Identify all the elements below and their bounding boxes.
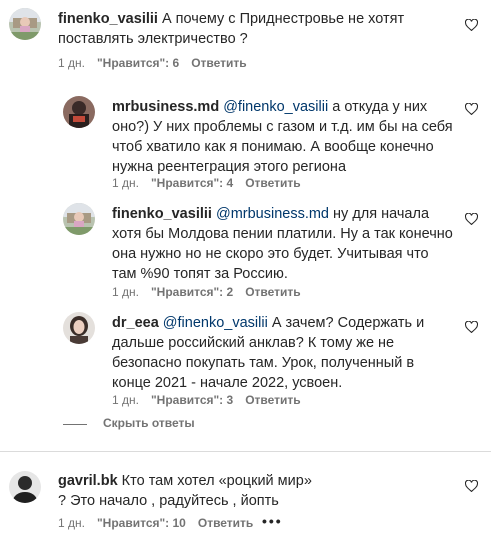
like-heart-icon[interactable] [465, 103, 478, 115]
comment-mention[interactable]: @mrbusiness.md [216, 206, 329, 222]
comment-meta: 1 дн. "Нравится": 4 Ответить [112, 176, 313, 190]
comment-username[interactable]: finenko_vasilii [112, 206, 212, 222]
avatar[interactable] [63, 312, 95, 344]
comment-meta: 1 дн. "Нравится": 10 Ответить [58, 516, 265, 530]
avatar[interactable] [9, 471, 41, 503]
hide-replies-label: Скрыть ответы [103, 416, 195, 430]
comment-text: gavril.bk Кто там хотел «роцкий мир» ? Э… [58, 471, 318, 511]
hide-replies-line [63, 424, 87, 425]
like-heart-icon[interactable] [465, 19, 478, 31]
comment-time[interactable]: 1 дн. [112, 285, 139, 299]
reply-button[interactable]: Ответить [245, 393, 300, 407]
comment-text: finenko_vasilii @mrbusiness.md ну для на… [112, 204, 454, 284]
avatar-image-icon [63, 203, 95, 235]
reply-button[interactable]: Ответить [245, 176, 300, 190]
avatar[interactable] [63, 203, 95, 235]
comment-likes[interactable]: "Нравится": 3 [151, 393, 233, 407]
avatar-image-icon [9, 8, 41, 40]
avatar-image-icon [9, 471, 41, 503]
comment-username[interactable]: mrbusiness.md [112, 99, 219, 115]
comment-likes[interactable]: "Нравится": 6 [97, 56, 179, 70]
comment-text: finenko_vasilii А почему с Приднестровье… [58, 9, 458, 49]
comment-text: dr_eea @finenko_vasilii А зачем? Содержа… [112, 313, 454, 393]
comment-time[interactable]: 1 дн. [112, 393, 139, 407]
like-heart-icon[interactable] [465, 213, 478, 225]
like-heart-icon[interactable] [465, 480, 478, 492]
like-heart-icon[interactable] [465, 321, 478, 333]
comment-username[interactable]: gavril.bk [58, 473, 118, 489]
avatar-image-icon [63, 312, 95, 344]
comment-mention[interactable]: @finenko_vasilii [163, 315, 268, 331]
reply-button[interactable]: Ответить [191, 56, 246, 70]
comment-username[interactable]: dr_eea [112, 315, 159, 331]
comment-username[interactable]: finenko_vasilii [58, 11, 158, 27]
more-options-button[interactable]: ••• [262, 513, 283, 529]
reply-button[interactable]: Ответить [198, 516, 253, 530]
comment-meta: 1 дн. "Нравится": 6 Ответить [58, 56, 259, 70]
avatar[interactable] [63, 96, 95, 128]
comment-mention[interactable]: @finenko_vasilii [223, 99, 328, 115]
avatar[interactable] [9, 8, 41, 40]
comment-time[interactable]: 1 дн. [58, 56, 85, 70]
reply-button[interactable]: Ответить [245, 285, 300, 299]
comment-likes[interactable]: "Нравится": 10 [97, 516, 186, 530]
divider [0, 451, 491, 452]
comment-likes[interactable]: "Нравится": 4 [151, 176, 233, 190]
comment-time[interactable]: 1 дн. [58, 516, 85, 530]
comment-time[interactable]: 1 дн. [112, 176, 139, 190]
comment-text: mrbusiness.md @finenko_vasilii а откуда … [112, 97, 462, 177]
comment-likes[interactable]: "Нравится": 2 [151, 285, 233, 299]
comment-meta: 1 дн. "Нравится": 3 Ответить [112, 393, 313, 407]
comment-meta: 1 дн. "Нравится": 2 Ответить [112, 285, 313, 299]
comment-body: А зачем? Содержать и дальше российский а… [112, 315, 425, 391]
avatar-image-icon [63, 96, 95, 128]
